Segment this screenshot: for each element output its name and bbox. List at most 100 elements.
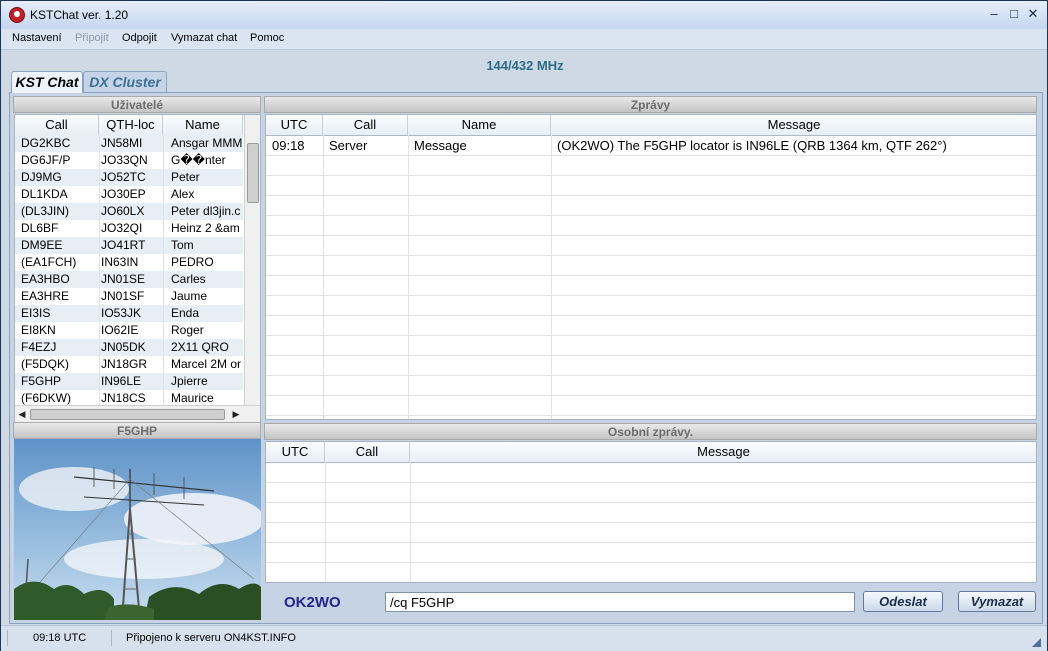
private-messages-grid[interactable]: UTC Call Message: [265, 441, 1037, 583]
table-row[interactable]: DM9EE JO41RT Tom: [15, 237, 243, 254]
cell-call: F4EZJ: [21, 340, 57, 354]
table-row[interactable]: EI8KN IO62IE Roger: [15, 322, 243, 339]
cell-call: DG6JF/P: [21, 153, 71, 167]
table-row[interactable]: 09:18 Server Message (OK2WO) The F5GHP loca…: [266, 136, 1036, 155]
table-row[interactable]: DL1KDA JO30EP Alex: [15, 186, 243, 203]
messages-grid[interactable]: UTC Call Name Message 09:18 Server Message…: [265, 114, 1037, 420]
cell-name: Roger: [171, 323, 204, 337]
cell-name: Peter: [171, 170, 200, 184]
users-hscroll-thumb[interactable]: [30, 409, 225, 420]
users-header: Uživatelé: [13, 96, 261, 113]
own-callsign: OK2WO: [284, 594, 341, 611]
cell-name: Message: [414, 138, 467, 153]
cell-call: DM9EE: [21, 238, 63, 252]
minimize-icon[interactable]: –: [987, 7, 1001, 21]
col-utc[interactable]: UTC: [266, 442, 325, 462]
row-divider: [266, 215, 1036, 216]
users-grid[interactable]: Call QTH-loc Name DG2KBC JN58MI Ansgar MMM…: [14, 114, 261, 423]
app-logo-icon: [9, 7, 25, 23]
cell-call: EA3HBO: [21, 272, 70, 286]
row-divider: [266, 255, 1036, 256]
menu-pomoc[interactable]: Pomoc: [250, 32, 284, 44]
col-call[interactable]: Call: [323, 115, 408, 135]
row-divider: [266, 542, 1036, 543]
cell-name: PEDRO: [171, 255, 214, 269]
tab-kst-chat[interactable]: KST Chat: [11, 71, 83, 93]
table-row[interactable]: DG2KBC JN58MI Ansgar MMM: [15, 135, 243, 152]
cell-name: Enda: [171, 306, 200, 320]
users-horizontal-scrollbar[interactable]: ◀ ▶: [15, 405, 260, 422]
col-qth-loc[interactable]: QTH-loc: [99, 115, 163, 135]
row-divider: [266, 482, 1036, 483]
column-divider: [410, 462, 411, 582]
row-divider: [266, 562, 1036, 563]
col-message[interactable]: Message: [551, 115, 1036, 135]
table-row[interactable]: DG6JF/P JO33QN G��nter: [15, 152, 243, 169]
row-divider: [266, 395, 1036, 396]
row-divider: [266, 335, 1036, 336]
col-call[interactable]: Call: [325, 442, 410, 462]
table-row[interactable]: F5GHP IN96LE Jpierre: [15, 373, 243, 390]
tab-dx-cluster[interactable]: DX Cluster: [83, 71, 167, 92]
col-name[interactable]: Name: [408, 115, 551, 135]
close-icon[interactable]: ✕: [1026, 7, 1040, 21]
table-row[interactable]: F4EZJ JN05DK 2X11 QRO: [15, 339, 243, 356]
messages-grid-header: UTC Call Name Message: [266, 115, 1036, 136]
row-divider: [266, 415, 1036, 416]
resize-grip-icon[interactable]: [1032, 638, 1041, 647]
status-separator: [111, 630, 112, 646]
table-row[interactable]: DL6BF JO32QI Heinz 2 &am: [15, 220, 243, 237]
cell-name: Carles: [171, 272, 206, 286]
row-divider: [266, 582, 1036, 583]
table-row[interactable]: DJ9MG JO52TC Peter: [15, 169, 243, 186]
table-row[interactable]: (DL3JIN) JO60LX Peter dl3jin.c: [15, 203, 243, 220]
cell-call: (F6DKW): [21, 391, 71, 405]
table-row[interactable]: (EA1FCH) IN63IN PEDRO: [15, 254, 243, 271]
table-row[interactable]: EI3IS IO53JK Enda: [15, 305, 243, 322]
cell-name: G��nter: [171, 153, 226, 167]
table-row[interactable]: EA3HRE JN01SF Jaume: [15, 288, 243, 305]
menu-bar: Nastavení Připojit Odpojit Vymazat chat …: [1, 29, 1047, 50]
column-divider: [323, 135, 324, 419]
cell-call: (F5DQK): [21, 357, 69, 371]
messages-header: Zprávy: [264, 96, 1037, 113]
row-divider: [266, 155, 1036, 156]
row-divider: [266, 502, 1036, 503]
cell-name: Tom: [171, 238, 194, 252]
status-time: 09:18 UTC: [33, 632, 87, 644]
station-antenna-photo: [14, 439, 261, 620]
col-message[interactable]: Message: [410, 442, 1036, 462]
menu-vymazat-chat[interactable]: Vymazat chat: [171, 32, 237, 44]
send-button[interactable]: Odeslat: [863, 591, 943, 612]
users-vertical-scrollbar[interactable]: [244, 115, 260, 405]
users-grid-header: Call QTH-loc Name: [15, 115, 243, 136]
table-row[interactable]: EA3HBO JN01SE Carles: [15, 271, 243, 288]
maximize-icon[interactable]: □: [1007, 7, 1021, 21]
clear-button[interactable]: Vymazat: [958, 591, 1036, 612]
cell-name: Marcel 2M or: [171, 357, 242, 371]
cell-name: 2X11 QRO: [171, 340, 229, 354]
cell-call: DJ9MG: [21, 170, 62, 184]
window-title: KSTChat ver. 1.20: [30, 8, 129, 22]
menu-nastaveni[interactable]: Nastavení: [12, 32, 62, 44]
col-call[interactable]: Call: [15, 115, 99, 135]
cell-message: (OK2WO) The F5GHP locator is IN96LE (QRB…: [557, 138, 947, 153]
col-utc[interactable]: UTC: [266, 115, 323, 135]
status-bar: 09:18 UTC Připojeno k serveru ON4KST.INF…: [1, 625, 1047, 651]
users-scroll-thumb[interactable]: [247, 143, 259, 203]
app-window: KSTChat ver. 1.20 – □ ✕ Nastavení Připoj…: [0, 0, 1048, 651]
message-input[interactable]: [385, 592, 855, 612]
menu-odpojit[interactable]: Odpojit: [122, 32, 157, 44]
status-connection: Připojeno k serveru ON4KST.INFO: [126, 632, 296, 644]
row-divider: [266, 375, 1036, 376]
status-separator: [7, 630, 8, 646]
col-name[interactable]: Name: [163, 115, 243, 135]
scroll-right-icon[interactable]: ▶: [229, 407, 243, 421]
menu-pripojit[interactable]: Připojit: [75, 32, 109, 44]
title-bar[interactable]: KSTChat ver. 1.20 – □ ✕: [1, 1, 1047, 29]
column-divider: [163, 135, 164, 405]
table-row[interactable]: (F5DQK) JN18GR Marcel 2M or: [15, 356, 243, 373]
cell-call: Server: [329, 138, 368, 153]
cell-call: EI8KN: [21, 323, 56, 337]
scroll-left-icon[interactable]: ◀: [15, 407, 29, 421]
